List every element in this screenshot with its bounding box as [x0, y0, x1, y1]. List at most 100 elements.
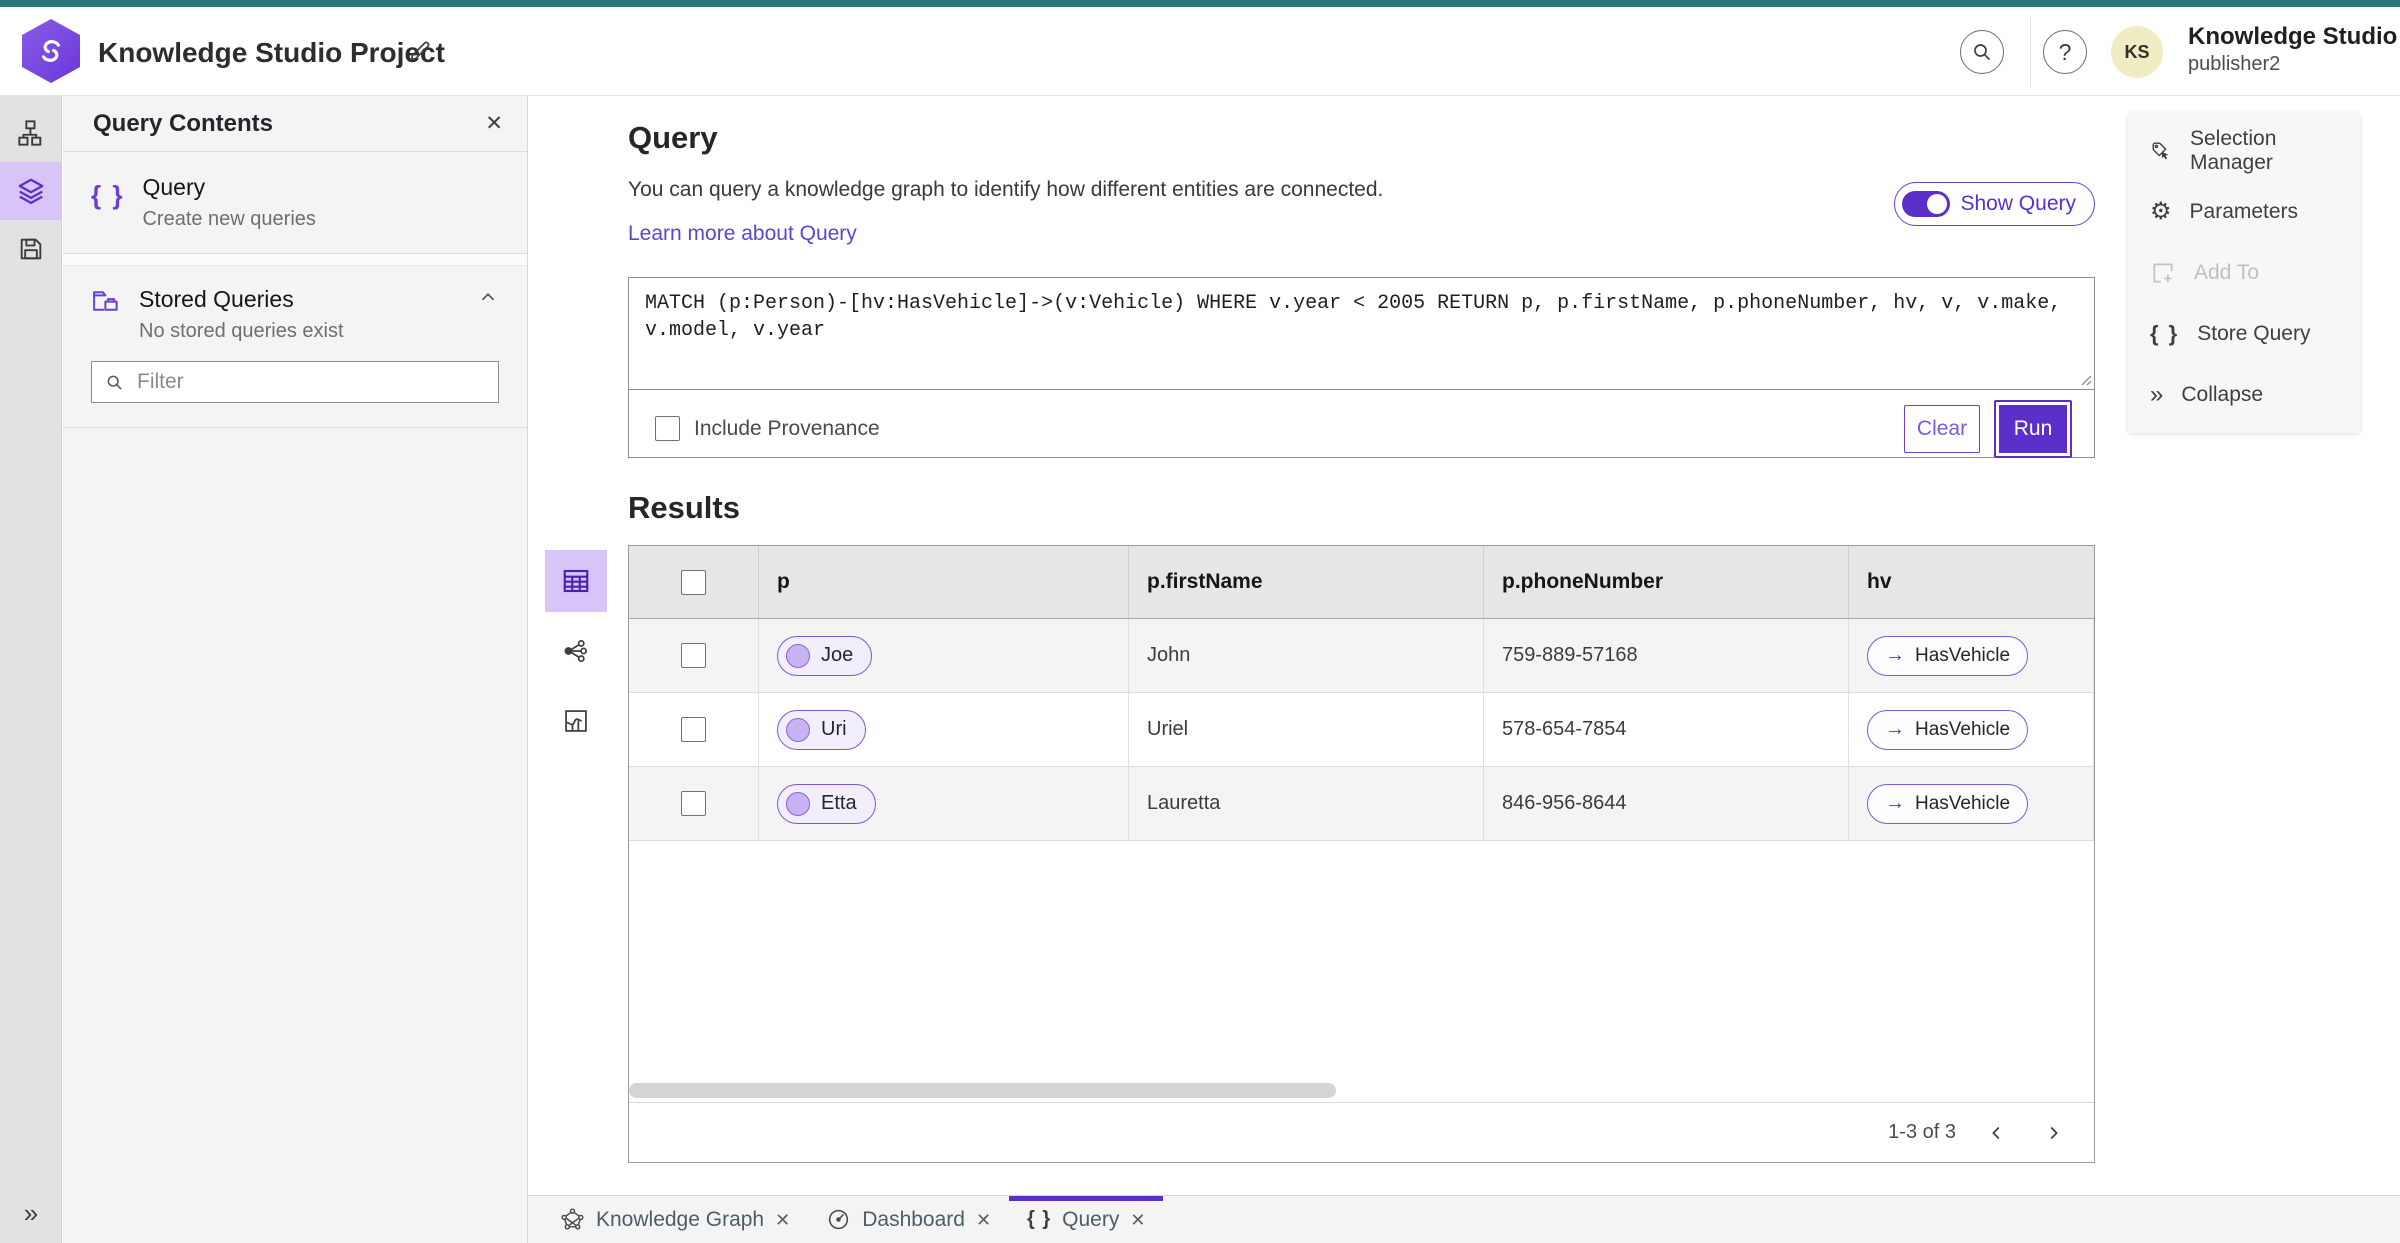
previous-page-button[interactable]: [1982, 1118, 2012, 1148]
include-provenance-checkbox[interactable]: [655, 416, 680, 441]
row-checkbox[interactable]: [681, 717, 706, 742]
tab-knowledge-graph[interactable]: Knowledge Graph ✕: [542, 1196, 808, 1243]
app-header: Knowledge Studio Project ? KS Knowledge …: [0, 7, 2400, 96]
node-dot-icon: [786, 717, 810, 742]
menu-item-label: Add To: [2194, 260, 2259, 284]
search-button[interactable]: [1960, 30, 2004, 74]
query-textarea[interactable]: MATCH (p:Person)-[hv:HasVehicle]->(v:Veh…: [629, 278, 2094, 390]
tab-label: Query: [1062, 1207, 1120, 1231]
table-row: Etta Lauretta 846-956-8644 → HasVehicle: [629, 767, 2094, 841]
top-brand-strip: [0, 0, 2400, 7]
menu-item-store-query[interactable]: { } Store Query: [2128, 303, 2360, 364]
sidebar-item-stored-queries[interactable]: Stored Queries No stored queries exist: [91, 286, 499, 343]
map-icon: [565, 710, 587, 732]
column-header-phonenumber[interactable]: p.phoneNumber: [1484, 546, 1849, 618]
learn-more-link[interactable]: Learn more about Query: [628, 222, 857, 246]
edge-pill[interactable]: → HasVehicle: [1867, 635, 2029, 676]
knowledge-graph-icon: [561, 1208, 584, 1230]
query-editor-card: MATCH (p:Person)-[hv:HasVehicle]->(v:Veh…: [628, 277, 2095, 458]
braces-icon: { }: [1027, 1208, 1052, 1230]
pagination-range: 1-3 of 3: [1888, 1121, 1956, 1143]
layers-icon: [18, 178, 44, 204]
project-title: Knowledge Studio Project: [98, 37, 445, 68]
table-empty-area: [629, 841, 2094, 1102]
menu-item-label: Selection Manager: [2189, 126, 2277, 174]
horizontal-scrollbar[interactable]: [629, 1083, 1336, 1098]
tab-query[interactable]: { } Query ✕: [1009, 1196, 1163, 1243]
expand-rail-button[interactable]: »: [0, 1198, 62, 1229]
cell-phonenumber: 846-956-8644: [1484, 767, 1849, 840]
page-title: Query: [628, 120, 718, 155]
save-icon: [20, 238, 42, 260]
table-row: Joe John 759-889-57168 → HasVehicle: [629, 619, 2094, 693]
next-page-button[interactable]: [2038, 1118, 2068, 1148]
table-view-button[interactable]: [545, 550, 607, 612]
person-node-pill[interactable]: Etta: [777, 783, 876, 824]
clear-button[interactable]: Clear: [1904, 404, 1980, 453]
filter-input[interactable]: [137, 370, 486, 394]
sidebar-item-subtitle: Create new queries: [142, 208, 316, 230]
edge-label: HasVehicle: [1915, 792, 2011, 814]
run-button[interactable]: Run: [1994, 399, 2072, 458]
rail-item-queries[interactable]: [0, 162, 62, 220]
avatar[interactable]: KS: [2111, 26, 2163, 78]
panel-section-gap: [63, 254, 527, 266]
edit-title-button[interactable]: [402, 33, 438, 69]
panel-header: Query Contents ✕: [63, 96, 527, 152]
person-node-pill[interactable]: Uri: [777, 709, 866, 750]
user-info: Knowledge Studio publisher2: [2188, 23, 2397, 76]
gear-icon: ⚙: [2150, 197, 2172, 225]
main-content: Query You can query a knowledge graph to…: [528, 96, 2400, 1195]
chevron-left-icon: [1992, 1126, 2000, 1139]
edge-pill[interactable]: → HasVehicle: [1867, 783, 2029, 824]
table-icon: [563, 569, 589, 593]
cell-phonenumber: 578-654-7854: [1484, 693, 1849, 766]
panel-title: Query Contents: [93, 109, 274, 137]
rail-item-lineage[interactable]: [0, 104, 62, 162]
app-logo-icon: [22, 19, 80, 83]
cell-phonenumber: 759-889-57168: [1484, 619, 1849, 692]
dashboard-gauge-icon: [829, 1209, 849, 1230]
stored-queries-title: Stored Queries: [139, 286, 294, 312]
selection-manager-icon: [2152, 142, 2169, 159]
person-node-pill[interactable]: Joe: [777, 635, 873, 676]
close-tab-icon[interactable]: ✕: [976, 1211, 991, 1229]
close-tab-icon[interactable]: ✕: [1130, 1211, 1145, 1229]
menu-item-selection-manager[interactable]: Selection Manager: [2128, 120, 2360, 181]
close-tab-icon[interactable]: ✕: [775, 1211, 790, 1229]
edge-pill[interactable]: → HasVehicle: [1867, 709, 2029, 750]
user-name: Knowledge Studio: [2188, 23, 2398, 50]
show-query-toggle[interactable]: Show Query: [1894, 182, 2095, 226]
graph-icon: [564, 639, 588, 663]
column-header-firstname[interactable]: p.firstName: [1129, 546, 1484, 618]
resize-grip-icon[interactable]: [2080, 374, 2092, 386]
user-role: publisher2: [2188, 52, 2281, 75]
select-all-checkbox[interactable]: [681, 569, 706, 595]
query-description: You can query a knowledge graph to ident…: [628, 178, 1384, 201]
stored-queries-section: Stored Queries No stored queries exist: [63, 266, 527, 428]
folder-icon: [93, 291, 118, 311]
avatar-initials: KS: [2124, 41, 2150, 62]
row-checkbox[interactable]: [681, 791, 706, 816]
menu-item-collapse[interactable]: » Collapse: [2128, 364, 2360, 425]
rail-item-save[interactable]: [0, 220, 62, 278]
column-header-p[interactable]: p: [759, 546, 1129, 618]
close-panel-button[interactable]: ✕: [485, 113, 503, 134]
node-label: Uri: [821, 718, 847, 740]
map-view-button[interactable]: [545, 690, 607, 752]
graph-view-button[interactable]: [545, 620, 607, 682]
table-row: Uri Uriel 578-654-7854 → HasVehicle: [629, 693, 2094, 767]
tab-dashboard[interactable]: Dashboard ✕: [808, 1196, 1009, 1243]
node-dot-icon: [786, 791, 810, 816]
help-icon: ?: [2058, 38, 2072, 65]
query-actions-menu: Selection Manager ⚙ Parameters Add To { …: [2128, 112, 2360, 433]
row-checkbox[interactable]: [681, 643, 706, 668]
menu-item-parameters[interactable]: ⚙ Parameters: [2128, 181, 2360, 242]
help-button[interactable]: ?: [2043, 30, 2087, 74]
sidebar-item-title: Query: [142, 174, 206, 200]
include-provenance-label: Include Provenance: [694, 416, 880, 440]
chevron-up-icon[interactable]: [477, 286, 499, 308]
sidebar-item-query[interactable]: { } Query Create new queries: [63, 152, 527, 254]
column-header-hv[interactable]: hv: [1849, 546, 2094, 618]
menu-item-label: Collapse: [2181, 382, 2264, 406]
